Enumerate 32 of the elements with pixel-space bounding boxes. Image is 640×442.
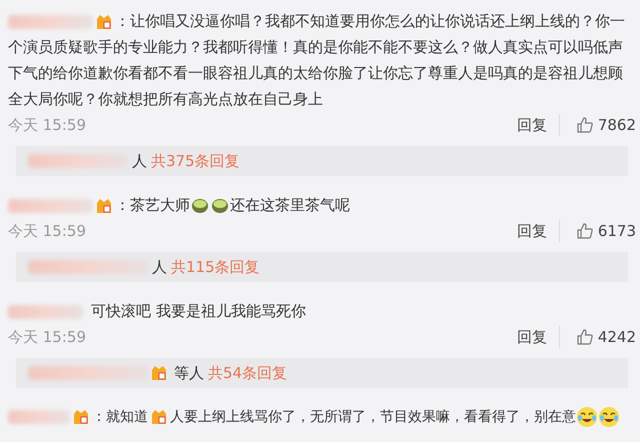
- tea-bowl-icon: [211, 196, 229, 215]
- badge-icon: [95, 12, 113, 31]
- badge-icon: [150, 408, 168, 426]
- reply-button[interactable]: 回复: [516, 326, 560, 348]
- like-button[interactable]: 7862: [560, 114, 636, 136]
- comment-text: ：让你唱又没逼你唱？我都不知道要用你怎么的让你说话还上纲上线的？你一个演员质疑歌手的专业能力？我都听得懂！真的是你能不能不要这么？做人真实点可以吗低声下气的给你道歉你看都不看一眼容祖儿真的太给你脸了让你忘了尊重人是吗真的是容祖儿想顾全大局你呢？你就想把所有高光点放在自己身上: [8, 11, 626, 110]
- laughing-face-icon: [576, 406, 598, 428]
- badge-icon: [95, 196, 113, 215]
- reply-users: 等人: [174, 362, 204, 384]
- reply-users: 人: [152, 256, 167, 278]
- reply-button[interactable]: 回复: [516, 114, 560, 136]
- comment-text: ：就知道 人要上纲上线骂你了，无所谓了，节目效果嘛，看看得了，别在意: [8, 404, 636, 430]
- replies-bar[interactable]: 等人 共54条回复: [16, 358, 628, 388]
- comment-time: 今天 15:59: [8, 326, 86, 348]
- blurred-name: [8, 410, 70, 424]
- like-button[interactable]: 4242: [560, 326, 636, 348]
- tea-bowl-icon: [191, 196, 209, 215]
- comment-text: ：茶艺大师 还在这茶里茶气呢: [8, 192, 636, 218]
- reply-users: 人: [132, 150, 147, 172]
- reply-button[interactable]: 回复: [516, 220, 560, 242]
- comment-time: 今天 15:59: [8, 114, 86, 136]
- badge-icon: [72, 408, 90, 426]
- replies-bar[interactable]: 人 共375条回复: [16, 146, 628, 176]
- thumbs-up-icon: [576, 328, 594, 346]
- thumbs-up-icon: [576, 116, 594, 134]
- badge-icon: [150, 364, 168, 382]
- comment-text: 可快滚吧 我要是祖儿我能骂死你: [8, 298, 636, 324]
- comment-time: 今天 15:59: [8, 220, 86, 242]
- replies-bar[interactable]: 人 共115条回复: [16, 252, 628, 282]
- laughing-face-icon: [598, 406, 620, 428]
- thumbs-up-icon: [576, 222, 594, 240]
- like-button[interactable]: 6173: [560, 220, 636, 242]
